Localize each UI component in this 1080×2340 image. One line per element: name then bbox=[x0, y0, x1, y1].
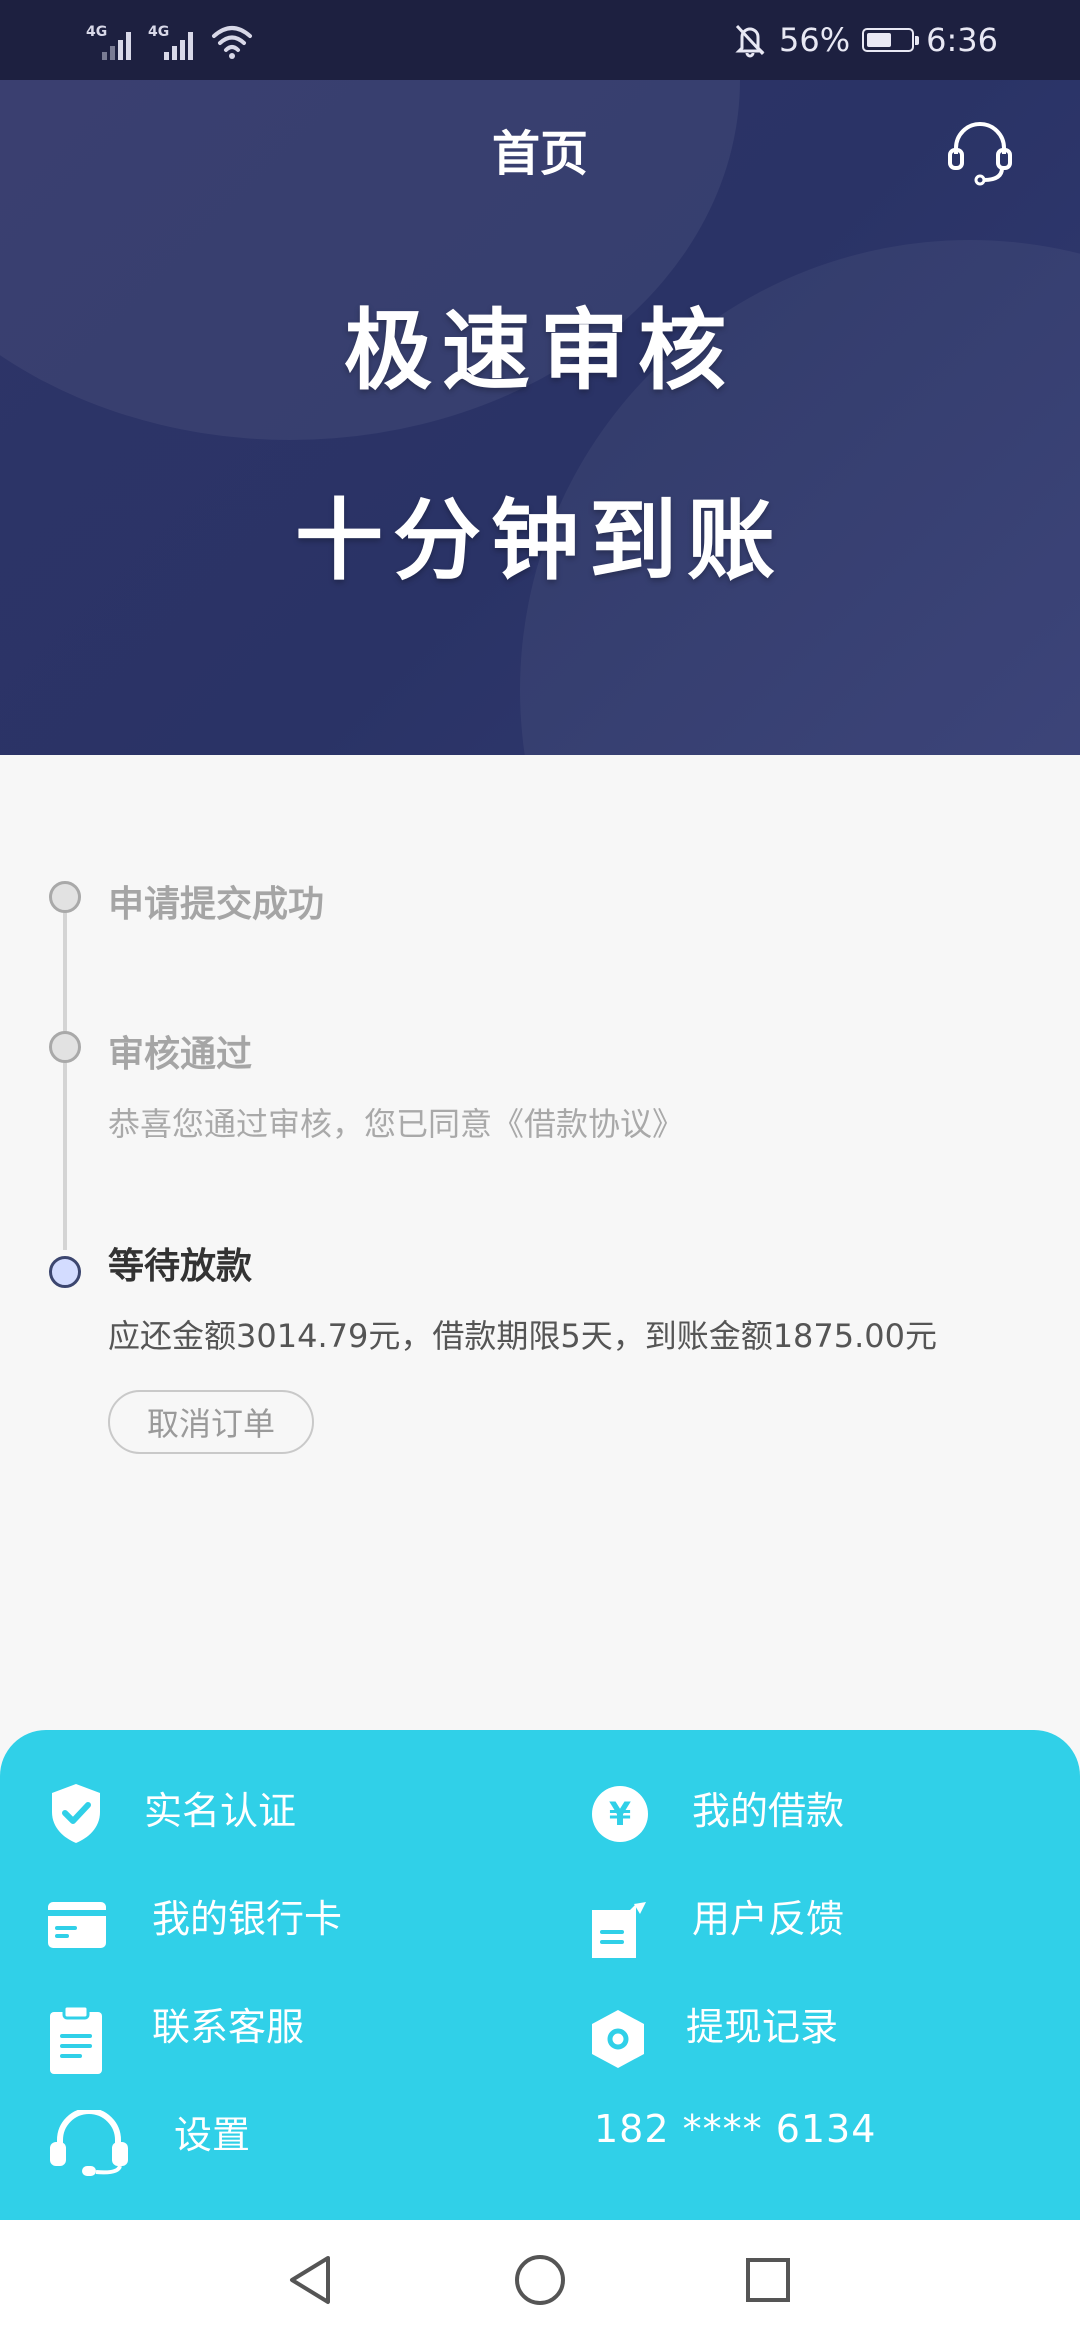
menu-label: 设置 bbox=[174, 2113, 251, 2157]
status-bar: 4G 4G 56% 6:36 bbox=[0, 0, 1080, 80]
step-title-submitted: 申请提交成功 bbox=[108, 884, 325, 925]
menu-label: 提现记录 bbox=[686, 2005, 839, 2049]
menu-item-settings[interactable]: 设置 bbox=[44, 2104, 444, 2184]
step-dot-submitted bbox=[49, 881, 81, 913]
yen-coin-icon: ¥ bbox=[592, 1786, 648, 1842]
home-circle-icon[interactable] bbox=[510, 2250, 570, 2310]
hexagon-record-icon bbox=[592, 2010, 644, 2068]
svg-text:¥: ¥ bbox=[609, 1795, 631, 1833]
menu-label: 用户反馈 bbox=[692, 1897, 845, 1941]
page-title: 首页 bbox=[491, 126, 588, 182]
network-type-label: 4G bbox=[148, 24, 170, 40]
menu-label: 实名认证 bbox=[144, 1789, 297, 1833]
menu-label: 我的银行卡 bbox=[152, 1897, 343, 1941]
step-title-awaiting: 等待放款 bbox=[108, 1246, 253, 1287]
menu-item-withdraw-records[interactable]: 提现记录 bbox=[588, 1996, 988, 2076]
menu-label: 联系客服 bbox=[152, 2005, 305, 2049]
wifi-icon bbox=[212, 26, 252, 59]
bottom-menu: 实名认证 ¥ 我的借款 我的银行卡 用户反馈 联系客服 提现记录 设置 182 … bbox=[0, 1730, 1080, 2220]
feedback-note-icon bbox=[592, 1902, 646, 1958]
shield-check-icon bbox=[52, 1784, 100, 1843]
battery-icon bbox=[862, 28, 920, 52]
bell-muted-icon bbox=[735, 24, 765, 58]
step-desc-awaiting: 应还金额3014.79元，借款期限5天，到账金额1875.00元 bbox=[108, 1317, 938, 1355]
bank-card-icon bbox=[48, 1902, 106, 1948]
cell-signal-icon: 4G bbox=[148, 22, 200, 62]
menu-item-user-feedback[interactable]: 用户反馈 bbox=[588, 1888, 988, 1958]
cell-signal-icon: 4G bbox=[86, 22, 138, 62]
back-triangle-icon[interactable] bbox=[280, 2250, 340, 2310]
battery-percent: 56% bbox=[779, 21, 851, 59]
customer-service-headset-icon[interactable] bbox=[944, 116, 1016, 188]
clock: 6:36 bbox=[926, 21, 998, 59]
status-right: 56% 6:36 bbox=[733, 16, 998, 64]
header-banner: 首页 极速审核 十分钟到账 bbox=[0, 80, 1080, 755]
menu-item-my-loans[interactable]: ¥ 我的借款 bbox=[588, 1780, 988, 1850]
menu-label: 我的借款 bbox=[692, 1789, 845, 1833]
headset-icon bbox=[50, 2110, 128, 2176]
menu-item-bank-cards[interactable]: 我的银行卡 bbox=[44, 1888, 444, 1958]
clipboard-icon bbox=[50, 2006, 102, 2074]
step-dot-approved bbox=[49, 1031, 81, 1063]
menu-item-contact-support[interactable]: 联系客服 bbox=[44, 1996, 444, 2076]
system-nav-bar bbox=[0, 2220, 1080, 2340]
step-dot-awaiting bbox=[49, 1256, 81, 1288]
step-desc-approved: 恭喜您通过审核，您已同意《借款协议》 bbox=[108, 1105, 685, 1143]
user-phone-number: 182 **** 6134 bbox=[594, 2107, 877, 2151]
slogan-fast-review: 极速审核 bbox=[343, 299, 736, 402]
timeline-connector bbox=[63, 905, 67, 1250]
cancel-order-button[interactable]: 取消订单 bbox=[108, 1390, 314, 1454]
recent-apps-square-icon[interactable] bbox=[738, 2250, 798, 2310]
network-type-label: 4G bbox=[86, 24, 108, 40]
slogan-ten-minutes: 十分钟到账 bbox=[294, 489, 785, 592]
menu-item-real-name-auth[interactable]: 实名认证 bbox=[44, 1780, 444, 1850]
signal-indicators: 4G 4G bbox=[86, 18, 254, 62]
step-title-approved: 审核通过 bbox=[108, 1034, 253, 1075]
